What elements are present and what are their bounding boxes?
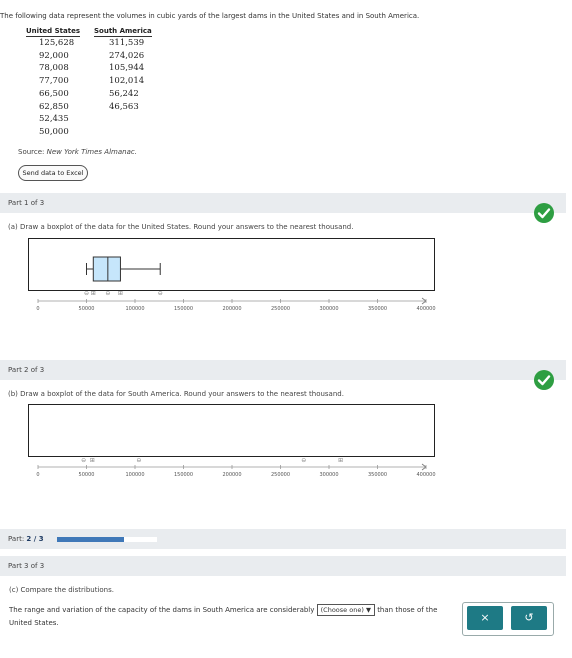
us-tool-glyph: ⊞	[91, 290, 96, 297]
part2-boxplot-frame[interactable]	[28, 404, 435, 457]
sa-volume-cell: 102,014	[109, 76, 145, 87]
sa-volume-cell: 46,563	[109, 101, 139, 112]
part1-header: Part 1 of 3	[0, 193, 566, 213]
us-tool-glyph: ⊞	[118, 290, 123, 297]
us-volume-cell: 77,700	[39, 76, 69, 87]
sa-tool-glyph: ⊞	[338, 457, 343, 464]
sa-tick-label: 100000	[125, 472, 144, 478]
sa-tick-label: 400000	[416, 472, 435, 478]
us-volume-cell: 62,850	[39, 101, 69, 112]
us-tick-label: 150000	[174, 306, 193, 312]
sa-tool-glyph: ⊞	[90, 457, 95, 464]
sa-tick-label: 150000	[174, 472, 193, 478]
us-tick-label: 400000	[416, 306, 435, 312]
col-header-sa: South America	[94, 27, 152, 37]
us-tick-label: 200000	[222, 306, 241, 312]
clear-button[interactable]: ×	[467, 606, 503, 630]
sa-tick-label: 250000	[271, 472, 290, 478]
sa-tool-glyph: ⊖	[301, 457, 306, 464]
us-tick-label: 50000	[79, 306, 95, 312]
sa-volume-cell: 56,242	[109, 88, 139, 99]
progress-fill	[57, 537, 124, 542]
us-volume-cell: 92,000	[39, 50, 69, 61]
us-tick-label: 0	[36, 306, 39, 312]
us-volume-cell: 52,435	[39, 114, 69, 125]
part1-title: Part 1 of 3	[8, 199, 45, 207]
send-to-excel-button[interactable]: Send data to Excel	[18, 165, 88, 181]
progress-row: Part: 2 / 3	[0, 529, 566, 549]
part1-question: (a) Draw a boxplot of the data for the U…	[8, 223, 354, 231]
comparison-dropdown[interactable]: (Choose one) ▼	[316, 604, 375, 616]
sa-tool-glyph: ⊖	[81, 457, 86, 464]
us-tick-label: 300000	[319, 306, 338, 312]
us-volume-cell: 50,000	[39, 126, 69, 137]
part3-title: Part 3 of 3	[8, 562, 45, 570]
us-volume-cell: 78,008	[39, 63, 69, 74]
us-axis-arrow	[421, 297, 427, 305]
sa-volume-cell: 311,539	[109, 38, 145, 48]
us-tick-label: 250000	[271, 306, 290, 312]
us-tick-label: 350000	[368, 306, 387, 312]
undo-button[interactable]: ↺	[511, 606, 547, 630]
part1-correct-check-icon	[534, 203, 554, 223]
part3-header: Part 3 of 3	[0, 556, 566, 576]
part2-correct-check-icon	[534, 370, 554, 390]
sa-tick-label: 350000	[368, 472, 387, 478]
part2-title: Part 2 of 3	[8, 366, 45, 374]
us-tool-glyph: ⊖	[84, 290, 89, 297]
part3-sentence: The range and variation of the capacity …	[9, 604, 438, 627]
sa-volume-cell: 274,026	[109, 50, 145, 61]
source-label: Source:	[18, 148, 45, 156]
source-name: New York Times Almanac.	[46, 148, 137, 156]
part3-question: (c) Compare the distributions.	[9, 586, 114, 594]
sa-axis-arrow	[421, 463, 427, 471]
intro-text: The following data represent the volumes…	[0, 12, 420, 20]
us-tool-glyph: ⊖	[105, 290, 110, 297]
progress-bar	[57, 537, 157, 542]
sa-tick-label: 50000	[79, 472, 95, 478]
progress-value: 2 / 3	[26, 535, 44, 543]
part1-boxplot-frame[interactable]	[28, 238, 435, 291]
us-tool-glyph: ⊖	[158, 290, 163, 297]
us-tick-label: 100000	[125, 306, 144, 312]
sa-tick-label: 200000	[222, 472, 241, 478]
part2-question: (b) Draw a boxplot of the data for South…	[8, 390, 344, 398]
sa-tick-label: 300000	[319, 472, 338, 478]
sa-volume-cell: 105,944	[109, 63, 145, 74]
sa-tick-label: 0	[36, 472, 39, 478]
col-header-us: United States	[26, 27, 80, 37]
source-line: Source: New York Times Almanac.	[18, 148, 137, 156]
sa-tool-glyph: ⊖	[136, 457, 141, 464]
part2-header: Part 2 of 3	[0, 360, 566, 380]
us-volume-cell: 125,628	[39, 38, 75, 48]
us-volume-cell: 66,500	[39, 88, 69, 99]
progress-label: Part: 2 / 3	[8, 535, 44, 543]
